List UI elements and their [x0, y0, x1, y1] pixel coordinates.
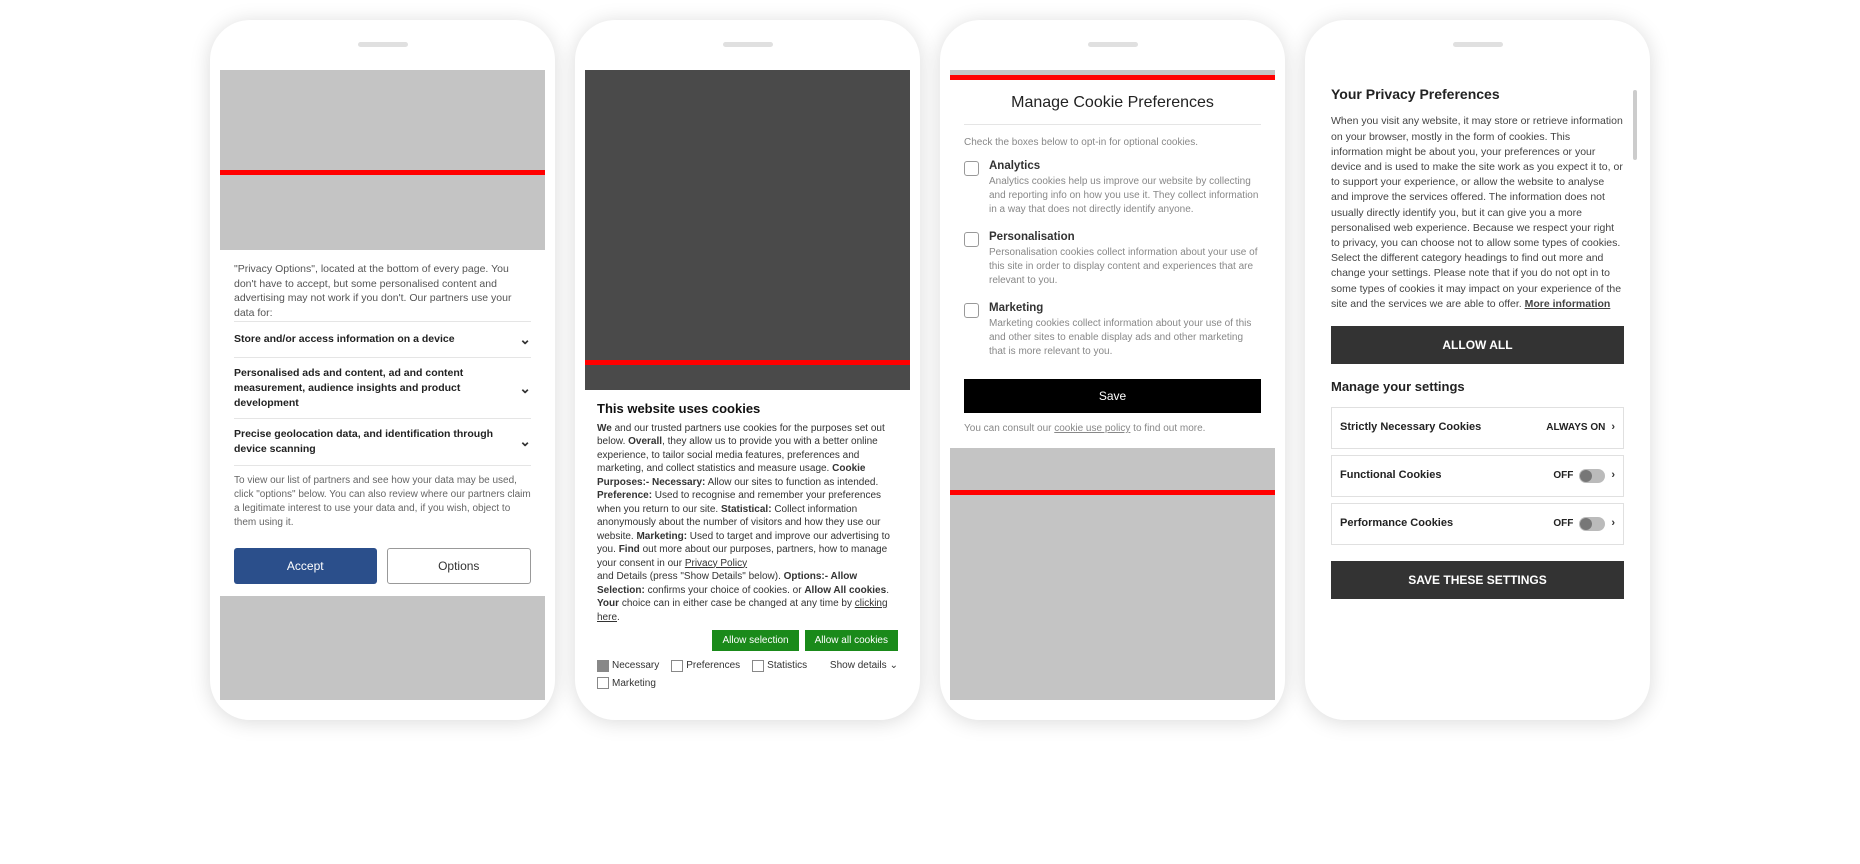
- manage-heading: Manage your settings: [1331, 378, 1624, 397]
- cookie-modal: "Privacy Options", located at the bottom…: [220, 250, 545, 596]
- checkbox-icon[interactable]: [964, 232, 979, 247]
- modal-title: Your Privacy Preferences: [1331, 84, 1624, 104]
- toggle-switch[interactable]: [1579, 469, 1605, 483]
- checkbox-icon: [597, 660, 609, 672]
- checkbox-icon[interactable]: [964, 303, 979, 318]
- allow-all-button[interactable]: Allow all cookies: [805, 630, 898, 651]
- allow-all-button[interactable]: ALLOW ALL: [1331, 326, 1624, 364]
- phone-mockup-4: Your Privacy Preferences When you visit …: [1305, 20, 1650, 720]
- footer-text: To view our list of partners and see how…: [234, 465, 531, 538]
- save-button[interactable]: Save: [964, 379, 1261, 413]
- setting-strictly-necessary[interactable]: Strictly Necessary Cookies ALWAYS ON›: [1331, 407, 1624, 449]
- toggle-switch[interactable]: [1579, 517, 1605, 531]
- necessary-checkbox[interactable]: Necessary: [597, 659, 659, 673]
- phone-mockup-3: Manage Cookie Preferences Check the boxe…: [940, 20, 1285, 720]
- chevron-down-icon: ⌄: [890, 659, 898, 673]
- footer-text: You can consult our cookie use policy to…: [964, 423, 1261, 434]
- chevron-down-icon: ⌄: [519, 330, 531, 350]
- checkbox-icon[interactable]: [964, 161, 979, 176]
- setting-functional[interactable]: Functional Cookies OFF›: [1331, 455, 1624, 497]
- chevron-right-icon: ›: [1611, 516, 1615, 532]
- cookie-modal: Manage Cookie Preferences Check the boxe…: [950, 80, 1275, 448]
- privacy-policy-link[interactable]: Privacy Policy: [685, 558, 747, 569]
- options-button[interactable]: Options: [387, 548, 532, 584]
- cookie-modal: This website uses cookies We and our tru…: [585, 390, 910, 700]
- marketing-option[interactable]: Marketing Marketing cookies collect info…: [964, 302, 1261, 359]
- option-label: Marketing: [989, 302, 1261, 314]
- chevron-down-icon: ⌄: [519, 432, 531, 452]
- cookie-modal: Your Privacy Preferences When you visit …: [1315, 70, 1640, 700]
- checkbox-icon: [752, 660, 764, 672]
- option-label: Personalisation: [989, 231, 1261, 243]
- expand-row-geo[interactable]: Precise geolocation data, and identifica…: [234, 418, 531, 464]
- option-desc: Personalisation cookies collect informat…: [989, 246, 1261, 288]
- allow-selection-button[interactable]: Allow selection: [712, 630, 798, 651]
- setting-performance[interactable]: Performance Cookies OFF›: [1331, 503, 1624, 545]
- modal-title: This website uses cookies: [597, 400, 898, 418]
- more-info-link[interactable]: More information: [1525, 298, 1611, 310]
- scrollbar[interactable]: [1633, 90, 1637, 160]
- modal-subtitle: Check the boxes below to opt-in for opti…: [964, 137, 1261, 148]
- option-desc: Analytics cookies help us improve our we…: [989, 175, 1261, 217]
- modal-body: When you visit any website, it may store…: [1331, 114, 1624, 312]
- phone-mockup-2: This website uses cookies We and our tru…: [575, 20, 920, 720]
- statistics-checkbox[interactable]: Statistics: [752, 659, 807, 673]
- chevron-right-icon: ›: [1611, 468, 1615, 484]
- option-desc: Marketing cookies collect information ab…: [989, 317, 1261, 359]
- save-settings-button[interactable]: SAVE THESE SETTINGS: [1331, 561, 1624, 599]
- expand-row-store[interactable]: Store and/or access information on a dev…: [234, 321, 531, 358]
- intro-text: "Privacy Options", located at the bottom…: [234, 262, 531, 321]
- accept-button[interactable]: Accept: [234, 548, 377, 584]
- checkbox-icon: [597, 677, 609, 689]
- phone-mockup-1: "Privacy Options", located at the bottom…: [210, 20, 555, 720]
- analytics-option[interactable]: Analytics Analytics cookies help us impr…: [964, 160, 1261, 217]
- personalisation-option[interactable]: Personalisation Personalisation cookies …: [964, 231, 1261, 288]
- checkbox-icon: [671, 660, 683, 672]
- cookie-policy-link[interactable]: cookie use policy: [1054, 423, 1130, 434]
- preferences-checkbox[interactable]: Preferences: [671, 659, 740, 673]
- marketing-checkbox[interactable]: Marketing: [597, 677, 898, 691]
- expand-row-ads[interactable]: Personalised ads and content, ad and con…: [234, 357, 531, 418]
- modal-title: Manage Cookie Preferences: [964, 94, 1261, 125]
- chevron-right-icon: ›: [1611, 420, 1615, 436]
- option-label: Analytics: [989, 160, 1261, 172]
- modal-body: We and our trusted partners use cookies …: [597, 422, 898, 625]
- show-details-toggle[interactable]: Show details⌄: [830, 659, 898, 673]
- chevron-down-icon: ⌄: [519, 379, 531, 399]
